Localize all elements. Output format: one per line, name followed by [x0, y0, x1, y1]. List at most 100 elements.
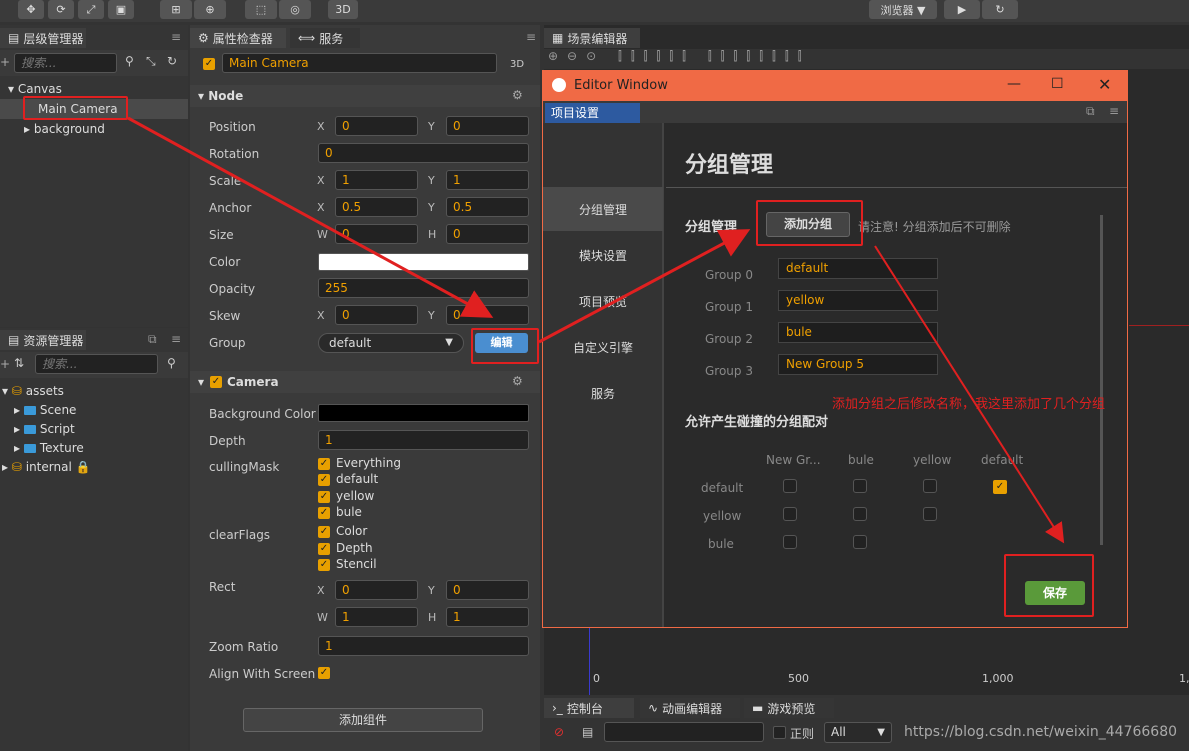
clear-stencil-checkbox[interactable]: ✓: [318, 559, 330, 571]
align-screen-checkbox[interactable]: ✓: [318, 667, 330, 679]
settings-icon[interactable]: ⚙: [512, 374, 523, 388]
mode-3d-button[interactable]: 3D: [328, 0, 358, 19]
depth-input[interactable]: 1: [318, 430, 529, 450]
group-select[interactable]: default ▼: [318, 333, 464, 353]
file-icon[interactable]: ▤: [582, 725, 593, 739]
add-icon[interactable]: +: [0, 55, 10, 69]
color-swatch[interactable]: [318, 253, 529, 271]
group-name-input[interactable]: New Group 5: [778, 354, 938, 375]
group-name-input[interactable]: yellow: [778, 290, 938, 311]
skew-x-input[interactable]: 0: [335, 305, 418, 325]
console-tab[interactable]: ›_ 控制台: [544, 698, 634, 718]
anchor-x-input[interactable]: 0.5: [335, 197, 418, 217]
scene-tab[interactable]: ▦ 场景编辑器: [544, 28, 640, 48]
anim-tab[interactable]: ∿ 动画编辑器: [640, 698, 740, 718]
camera-section-header[interactable]: ▾ ✓ Camera ⚙: [190, 371, 540, 393]
nav-project-preview[interactable]: 项目预览: [543, 279, 663, 323]
bg-color-swatch[interactable]: [318, 404, 529, 422]
menu-icon[interactable]: ≡: [526, 30, 536, 44]
menu-icon[interactable]: ≡: [171, 30, 181, 44]
tree-item-canvas[interactable]: ▾ Canvas: [8, 82, 62, 96]
console-filter-input[interactable]: [604, 722, 764, 742]
clear-depth-checkbox[interactable]: ✓: [318, 543, 330, 555]
regex-checkbox[interactable]: [773, 726, 786, 739]
menu-icon[interactable]: ≡: [171, 332, 181, 346]
sort-icon[interactable]: ⇅: [14, 356, 24, 370]
locate-icon[interactable]: ⤡: [146, 54, 156, 69]
gizmo-icon[interactable]: ◎: [279, 0, 311, 19]
node-name-input[interactable]: Main Camera: [222, 53, 497, 73]
collision-checkbox[interactable]: [853, 507, 867, 521]
snap-icon[interactable]: ⬚: [245, 0, 277, 19]
assets-search-input[interactable]: 搜索...: [35, 354, 158, 374]
node-section-header[interactable]: ▾ Node ⚙: [190, 85, 540, 107]
skew-y-input[interactable]: 0: [446, 305, 529, 325]
collision-checkbox-checked[interactable]: ✓: [993, 480, 1007, 494]
clear-icon[interactable]: ⊘: [554, 725, 564, 739]
settings-icon[interactable]: ⚙: [512, 88, 523, 102]
culling-default-checkbox[interactable]: ✓: [318, 474, 330, 486]
group-name-input[interactable]: bule: [778, 322, 938, 343]
camera-enabled-checkbox[interactable]: ✓: [210, 376, 222, 388]
node-active-checkbox[interactable]: ✓: [203, 58, 215, 70]
asset-item-script[interactable]: ▸ Script: [14, 422, 75, 436]
rect-y-input[interactable]: 0: [446, 580, 529, 600]
tree-item-background[interactable]: ▸ background: [24, 122, 105, 136]
search-icon[interactable]: ⚲: [125, 54, 134, 68]
popout-icon[interactable]: ⧉: [148, 332, 157, 347]
log-level-select[interactable]: All ▼: [824, 722, 892, 743]
scale-tool-icon[interactable]: ⤢: [78, 0, 104, 19]
refresh-icon[interactable]: ↻: [167, 54, 177, 68]
position-x-input[interactable]: 0: [335, 116, 418, 136]
culling-yellow-checkbox[interactable]: ✓: [318, 491, 330, 503]
asset-item-scene[interactable]: ▸ Scene: [14, 403, 76, 417]
scale-y-input[interactable]: 1: [446, 170, 529, 190]
collision-checkbox[interactable]: [783, 535, 797, 549]
inspector-tab[interactable]: ⚙ 属性检查器: [190, 28, 286, 48]
rect-w-input[interactable]: 1: [335, 607, 418, 627]
asset-item-texture[interactable]: ▸ Texture: [14, 441, 84, 455]
rect-h-input[interactable]: 1: [446, 607, 529, 627]
browser-select[interactable]: 浏览器 ▼: [869, 0, 937, 19]
hierarchy-tab[interactable]: ▤ 层级管理器: [0, 28, 86, 48]
service-tab[interactable]: ⟺ 服务: [290, 28, 360, 48]
collision-checkbox[interactable]: [923, 507, 937, 521]
hierarchy-search-input[interactable]: 搜索...: [14, 53, 117, 73]
scale-x-input[interactable]: 1: [335, 170, 418, 190]
position-y-input[interactable]: 0: [446, 116, 529, 136]
opacity-input[interactable]: 255: [318, 278, 529, 298]
collision-checkbox[interactable]: [853, 479, 867, 493]
popout-icon[interactable]: ⧉: [1086, 104, 1095, 119]
size-w-input[interactable]: 0: [335, 224, 418, 244]
anchor-y-input[interactable]: 0.5: [446, 197, 529, 217]
collision-checkbox[interactable]: [853, 535, 867, 549]
pivot-icon[interactable]: ⊞: [160, 0, 192, 19]
size-h-input[interactable]: 0: [446, 224, 529, 244]
search-icon[interactable]: ⚲: [167, 356, 176, 370]
group-name-input[interactable]: default: [778, 258, 938, 279]
preview-tab[interactable]: ▬ 游戏预览: [744, 698, 834, 718]
culling-everything-checkbox[interactable]: ✓: [318, 458, 330, 470]
collision-checkbox[interactable]: [783, 479, 797, 493]
clear-color-checkbox[interactable]: ✓: [318, 526, 330, 538]
asset-item-internal[interactable]: ▸ ⛁ internal 🔒: [2, 460, 91, 474]
collision-checkbox[interactable]: [783, 507, 797, 521]
local-icon[interactable]: ⊕: [194, 0, 226, 19]
rect-x-input[interactable]: 0: [335, 580, 418, 600]
add-icon[interactable]: +: [0, 357, 10, 371]
maximize-icon[interactable]: ☐: [1051, 76, 1064, 92]
refresh-icon[interactable]: ↻: [982, 0, 1018, 19]
rect-tool-icon[interactable]: ▣: [108, 0, 134, 19]
nav-service[interactable]: 服务: [543, 371, 663, 415]
add-component-button[interactable]: 添加组件: [243, 708, 483, 732]
scrollbar[interactable]: [1100, 215, 1103, 545]
menu-icon[interactable]: ≡: [1109, 104, 1119, 118]
nav-custom-engine[interactable]: 自定义引擎: [543, 325, 663, 369]
zoom-ratio-input[interactable]: 1: [318, 636, 529, 656]
move-tool-icon[interactable]: ✥: [18, 0, 44, 19]
play-icon[interactable]: ▶: [944, 0, 980, 19]
minimize-icon[interactable]: —: [1007, 76, 1021, 92]
close-icon[interactable]: ✕: [1098, 75, 1111, 94]
nav-group-manage[interactable]: 分组管理: [543, 187, 663, 231]
project-settings-tab[interactable]: 项目设置: [545, 103, 640, 123]
